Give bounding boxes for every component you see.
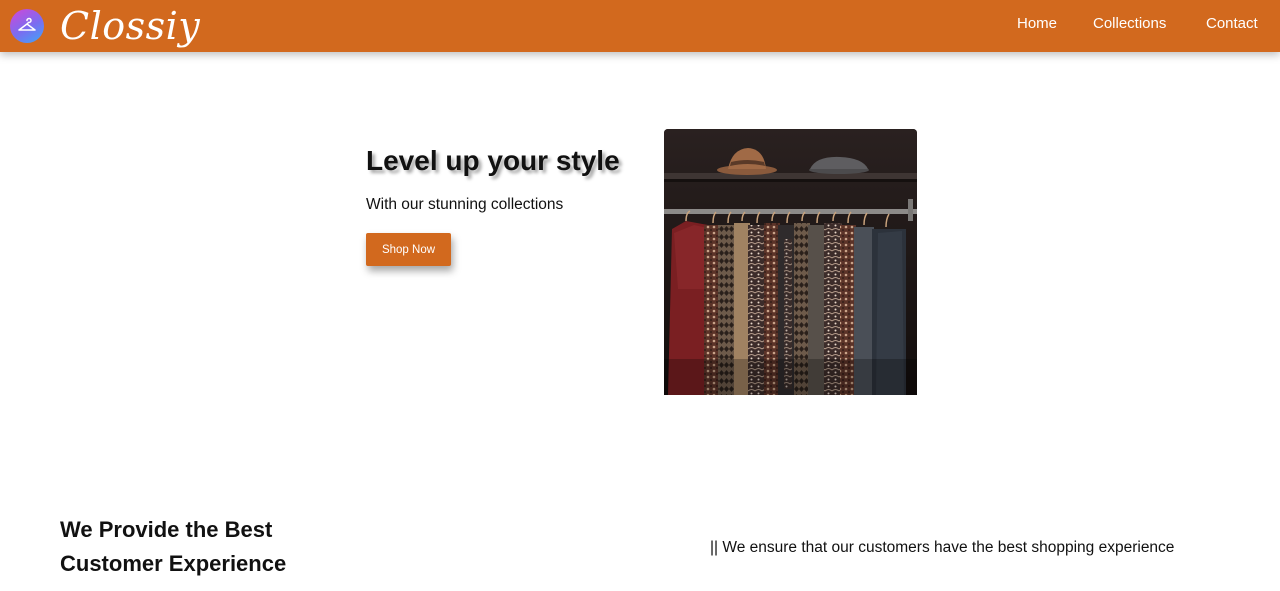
- navbar: Clossiy Home Collections Contact: [0, 0, 1280, 52]
- clothes-hanger-icon[interactable]: [10, 9, 44, 43]
- section-note: || We ensure that our customers have the…: [710, 539, 1175, 556]
- section-title-line1: We Provide the Best: [60, 517, 273, 542]
- hero-title: Level up your style: [366, 145, 620, 176]
- shop-now-button[interactable]: Shop Now: [366, 233, 451, 266]
- section-title: We Provide the Best Customer Experience: [60, 513, 286, 581]
- nav-link-home[interactable]: Home: [1017, 15, 1057, 32]
- section-title-line2: Customer Experience: [60, 551, 287, 576]
- clothing-rack-photo: [664, 129, 917, 395]
- brand-logo-text[interactable]: Clossiy: [60, 2, 200, 50]
- nav-link-contact[interactable]: Contact: [1206, 15, 1258, 32]
- hero-subtitle: With our stunning collections: [366, 196, 564, 213]
- nav-link-collections[interactable]: Collections: [1093, 15, 1166, 32]
